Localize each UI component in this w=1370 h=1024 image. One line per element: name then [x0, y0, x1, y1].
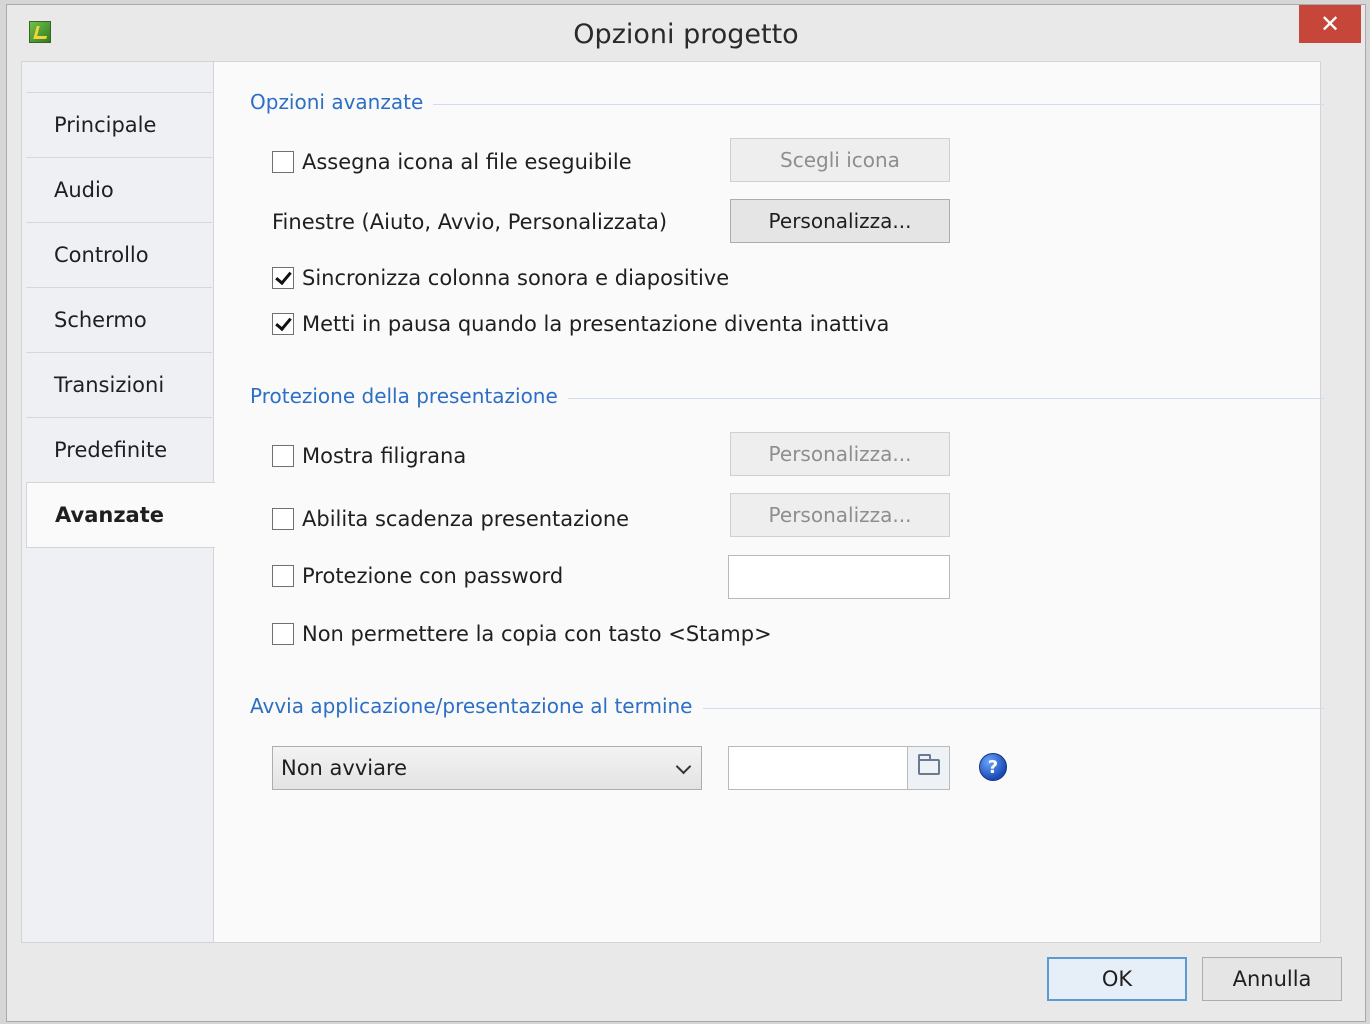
watermark-checkbox[interactable]	[272, 445, 294, 467]
section-title-protection: Protezione della presentazione	[250, 384, 568, 408]
close-button[interactable]: ✕	[1299, 5, 1361, 43]
sync-soundtrack-label: Sincronizza colonna sonora e diapositive	[302, 266, 730, 290]
tab-transizioni[interactable]: Transizioni	[26, 352, 212, 416]
choose-icon-button[interactable]: Scegli icona	[730, 138, 950, 182]
browse-button[interactable]	[907, 747, 949, 789]
title-bar: Opzioni progetto ✕	[7, 5, 1365, 61]
tab-predefinite[interactable]: Predefinite	[26, 417, 212, 481]
assign-icon-option[interactable]: Assegna icona al file eseguibile	[272, 148, 632, 176]
ok-button[interactable]: OK	[1047, 957, 1187, 1001]
help-icon[interactable]: ?	[979, 753, 1007, 781]
customize-windows-button[interactable]: Personalizza...	[730, 199, 950, 243]
content-panel: Opzioni avanzate Assegna icona al file e…	[214, 62, 1324, 942]
folder-open-icon	[918, 754, 940, 775]
expiry-label: Abilita scadenza presentazione	[302, 507, 630, 531]
expiry-customize-button[interactable]: Personalizza...	[730, 493, 950, 537]
sidebar: Principale Audio Controllo Schermo Trans…	[22, 62, 215, 942]
launch-select-value: Non avviare	[281, 756, 408, 780]
chevron-down-icon	[675, 758, 692, 775]
sync-soundtrack-option[interactable]: Sincronizza colonna sonora e diapositive	[272, 264, 729, 292]
expiry-checkbox[interactable]	[272, 508, 294, 530]
window-title: Opzioni progetto	[573, 19, 799, 50]
pause-inactive-label: Metti in pausa quando la presentazione d…	[302, 312, 890, 336]
launch-path-field[interactable]	[728, 746, 950, 790]
windows-label: Finestre (Aiuto, Avvio, Personalizzata)	[272, 210, 668, 234]
tab-avanzate[interactable]: Avanzate	[26, 482, 215, 548]
assign-icon-checkbox[interactable]	[272, 151, 294, 173]
pause-inactive-checkbox[interactable]	[272, 313, 294, 335]
assign-icon-label: Assegna icona al file eseguibile	[302, 150, 632, 174]
password-label: Protezione con password	[302, 564, 564, 588]
tab-controllo[interactable]: Controllo	[26, 222, 212, 286]
watermark-label: Mostra filigrana	[302, 444, 467, 468]
password-field[interactable]	[728, 555, 950, 599]
section-title-launch: Avvia applicazione/presentazione al term…	[250, 694, 703, 718]
cancel-button[interactable]: Annulla	[1202, 957, 1342, 1001]
watermark-customize-button[interactable]: Personalizza...	[730, 432, 950, 476]
launch-select[interactable]: Non avviare	[272, 746, 702, 790]
no-print-screen-checkbox[interactable]	[272, 623, 294, 645]
sync-soundtrack-checkbox[interactable]	[272, 267, 294, 289]
password-option[interactable]: Protezione con password	[272, 562, 563, 590]
password-checkbox[interactable]	[272, 565, 294, 587]
tab-principale[interactable]: Principale	[26, 92, 212, 156]
no-print-screen-label: Non permettere la copia con tasto <Stamp…	[302, 622, 772, 646]
no-print-screen-option[interactable]: Non permettere la copia con tasto <Stamp…	[272, 620, 772, 648]
dialog-client: Principale Audio Controllo Schermo Trans…	[21, 61, 1324, 943]
dialog-window: Opzioni progetto ✕ Principale Audio Cont…	[6, 4, 1366, 1022]
watermark-option[interactable]: Mostra filigrana	[272, 442, 466, 470]
pause-inactive-option[interactable]: Metti in pausa quando la presentazione d…	[272, 310, 889, 338]
close-icon: ✕	[1319, 10, 1341, 38]
expiry-option[interactable]: Abilita scadenza presentazione	[272, 505, 629, 533]
section-title-advanced: Opzioni avanzate	[250, 90, 434, 114]
tab-audio[interactable]: Audio	[26, 157, 212, 221]
tab-schermo[interactable]: Schermo	[26, 287, 212, 351]
